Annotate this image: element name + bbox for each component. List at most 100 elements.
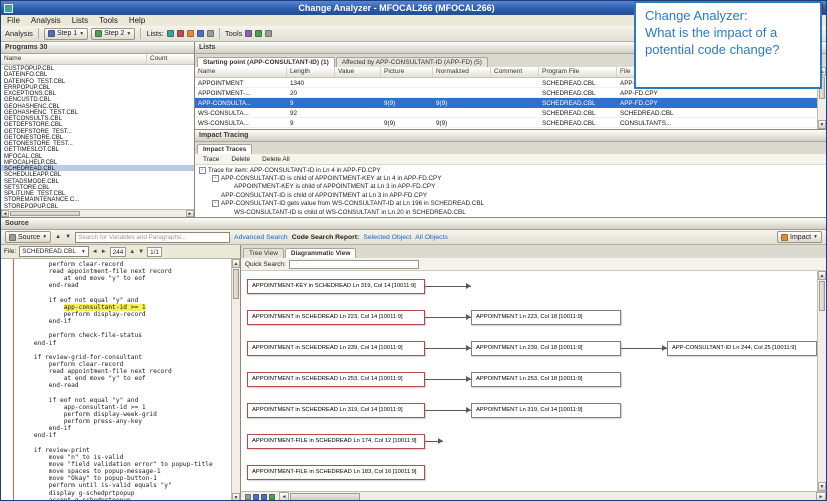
diagram-fit-icon[interactable] bbox=[269, 494, 275, 500]
next-result-icon[interactable]: ► bbox=[101, 249, 107, 255]
menu-item-help[interactable]: Help bbox=[129, 16, 145, 25]
programs-col-name[interactable]: Name bbox=[1, 54, 147, 64]
open-list-icon[interactable] bbox=[186, 30, 194, 37]
code-line[interactable]: end-if bbox=[19, 425, 231, 432]
lists-row[interactable]: WS-CONSULTA... 9 9(9) 9(9) SCHEDREAD.CBL CONS… bbox=[195, 118, 817, 128]
diagram-target-box[interactable]: APPOINTMENT Ln 319, Col 14 [10011:9] bbox=[471, 403, 621, 418]
code-line[interactable]: end-if bbox=[19, 318, 231, 325]
page-up-icon[interactable]: ▲ bbox=[129, 249, 135, 255]
tab-starting-point[interactable]: Starting point (APP-CONSULTANT-ID) (1) bbox=[197, 57, 335, 67]
diagram-target-box[interactable]: APPOINTMENT Ln 223, Col 18 [10011:9] bbox=[471, 310, 621, 325]
tab-tree-view[interactable]: Tree View bbox=[243, 248, 284, 258]
scroll-up-icon[interactable]: ▲ bbox=[232, 259, 240, 268]
code-line[interactable]: read appointment-file next record bbox=[19, 368, 231, 375]
code-line[interactable]: perform press-any-key bbox=[19, 418, 231, 425]
selected-object-link[interactable]: Selected Object bbox=[363, 234, 411, 241]
diagram-print-icon[interactable] bbox=[245, 494, 251, 500]
scroll-down-icon[interactable]: ▼ bbox=[818, 482, 826, 491]
source-view-dropdown[interactable]: Source ▼ bbox=[5, 231, 52, 243]
lists-column-header[interactable]: Value bbox=[335, 67, 381, 77]
code-line[interactable]: move spaces to popup-message-1 bbox=[19, 468, 231, 475]
lists-row[interactable]: APPOINTMENT-... 20 SCHEDREAD.CBL APP-FD.CPY bbox=[195, 88, 817, 98]
editor-vertical-scrollbar[interactable]: ▲ ▼ bbox=[231, 259, 240, 500]
menu-item-file[interactable]: File bbox=[7, 16, 20, 25]
scroll-up-icon[interactable]: ▲ bbox=[818, 271, 826, 280]
nav-down-icon[interactable]: ▼ bbox=[65, 234, 71, 240]
tree-row[interactable]: - APP-CONSULTANT-ID gets value from WS-CO… bbox=[195, 200, 826, 208]
lists-column-header[interactable]: Name bbox=[195, 67, 287, 77]
advanced-search-link[interactable]: Advanced Search bbox=[234, 234, 288, 241]
scrollbar-thumb[interactable] bbox=[233, 269, 239, 299]
code-line[interactable]: end-if bbox=[19, 340, 231, 347]
diagram-target-box[interactable]: APP-CONSULTANT-ID Ln 244, Col 25 [10011:… bbox=[667, 341, 817, 356]
code-line[interactable]: perform until is-valid equals "y" bbox=[19, 482, 231, 489]
lists-column-header[interactable]: Picture bbox=[381, 67, 433, 77]
programs-col-count[interactable]: Count bbox=[147, 54, 194, 64]
code-line[interactable]: at end move "y" to eof bbox=[19, 275, 231, 282]
code-line[interactable]: if review-print bbox=[19, 447, 231, 454]
code-line[interactable] bbox=[19, 347, 231, 354]
scrollbar-thumb[interactable] bbox=[819, 281, 825, 311]
diagram-source-box[interactable]: APPOINTMENT-KEY in SCHEDREAD Ln 319, Col… bbox=[247, 279, 425, 294]
lists-column-header[interactable]: Comment bbox=[491, 67, 539, 77]
list-grid-icon[interactable] bbox=[206, 30, 214, 37]
code-line[interactable] bbox=[19, 440, 231, 447]
code-line[interactable] bbox=[19, 290, 231, 297]
diagram-zoom-out-icon[interactable] bbox=[253, 494, 259, 500]
diagram-zoom-in-icon[interactable] bbox=[261, 494, 267, 500]
impact-button[interactable]: Impact ▼ bbox=[777, 231, 822, 243]
menu-item-lists[interactable]: Lists bbox=[72, 16, 88, 25]
lists-column-header[interactable]: Program File bbox=[539, 67, 617, 77]
code-line[interactable]: end-read bbox=[19, 282, 231, 289]
code-line[interactable]: if eof not equal "y" and bbox=[19, 297, 231, 304]
scrollbar-thumb[interactable] bbox=[10, 211, 80, 216]
all-objects-link[interactable]: All Objects bbox=[415, 234, 447, 241]
code-line[interactable]: app-consultant-id >= 1 bbox=[19, 303, 231, 311]
scroll-down-icon[interactable]: ▼ bbox=[818, 120, 826, 129]
programs-horizontal-scrollbar[interactable]: ◄ ► bbox=[1, 209, 194, 217]
code-line[interactable]: app-consultant-id >= 1 bbox=[19, 404, 231, 411]
code-line[interactable]: perform clear-record bbox=[19, 261, 231, 268]
lists-row[interactable]: APP-CONSULTA... 9 9(9) 9(9) SCHEDREAD.CBL APP… bbox=[195, 98, 817, 108]
tools-settings-icon[interactable] bbox=[245, 30, 253, 37]
delete-button[interactable]: Delete bbox=[231, 156, 250, 163]
tree-row[interactable]: WS-CONSULTANT-ID is child of WS-CONSULTA… bbox=[195, 208, 826, 216]
lists-row[interactable]: WS-CONSULTA... 92 SCHEDREAD.CBL SCHEDREAD.C… bbox=[195, 108, 817, 118]
diagram-source-box[interactable]: APPOINTMENT in SCHEDREAD Ln 319, Col 14 … bbox=[247, 403, 425, 418]
diagram-target-box[interactable]: APPOINTMENT Ln 239, Col 18 [10011:9] bbox=[471, 341, 621, 356]
tree-row[interactable]: APP-CONSULTANT-ID is child of APPOINTMEN… bbox=[195, 191, 826, 199]
tree-row[interactable]: - Trace for item: APP-CONSULTANT-ID in Ln… bbox=[195, 166, 826, 174]
tab-impact-traces[interactable]: Impact Traces bbox=[197, 144, 253, 154]
step2-button[interactable]: Step 2 ▼ bbox=[91, 27, 136, 40]
nav-up-icon[interactable]: ▲ bbox=[55, 234, 61, 240]
delete-list-icon[interactable] bbox=[176, 30, 184, 37]
diagram-target-box[interactable]: APPOINTMENT Ln 253, Col 18 [10011:9] bbox=[471, 372, 621, 387]
code-editor[interactable]: perform clear-record read appointment-fi… bbox=[1, 259, 231, 500]
delete-all-button[interactable]: Delete All bbox=[262, 156, 289, 163]
code-line[interactable]: end-if bbox=[19, 432, 231, 439]
diagram-source-box[interactable]: APPOINTMENT in SCHEDREAD Ln 253, Col 14 … bbox=[247, 372, 425, 387]
code-line[interactable]: move "n" to is-valid bbox=[19, 454, 231, 461]
scroll-left-icon[interactable]: ◄ bbox=[1, 210, 9, 217]
code-line[interactable] bbox=[19, 325, 231, 332]
code-line[interactable]: if review-grid-for-consultant bbox=[19, 354, 231, 361]
diagram-source-box[interactable]: APPOINTMENT-FILE in SCHEDREAD Ln 174, Co… bbox=[247, 434, 425, 449]
code-line[interactable]: perform display-record bbox=[19, 311, 231, 318]
tab-diagrammatic-view[interactable]: Diagrammatic View bbox=[284, 248, 357, 258]
menu-item-analysis[interactable]: Analysis bbox=[31, 16, 61, 25]
code-line[interactable]: accept g-schedprtpopup bbox=[19, 497, 231, 500]
file-select[interactable]: SCHEDREAD.CBL ▼ bbox=[19, 246, 89, 257]
tools-report-icon[interactable] bbox=[255, 30, 263, 37]
collapse-icon[interactable]: - bbox=[199, 166, 206, 174]
code-line[interactable]: move "field validation error" to popup-t… bbox=[19, 461, 231, 468]
scroll-down-icon[interactable]: ▼ bbox=[232, 493, 240, 500]
quick-search-input[interactable] bbox=[288, 259, 419, 269]
scroll-left-icon[interactable]: ◄ bbox=[279, 492, 289, 500]
code-line[interactable]: if eof not equal "y" and bbox=[19, 397, 231, 404]
diagram-source-box[interactable]: APPOINTMENT-FILE in SCHEDREAD Ln 183, Co… bbox=[247, 465, 425, 480]
prev-result-icon[interactable]: ◄ bbox=[92, 249, 98, 255]
page-down-icon[interactable]: ▼ bbox=[138, 249, 144, 255]
tree-row[interactable]: - APP-CONSULTANT-ID is child of APPOINTME… bbox=[195, 174, 826, 183]
scrollbar-thumb[interactable] bbox=[290, 493, 360, 500]
diagram-source-box[interactable]: APPOINTMENT in SCHEDREAD Ln 239, Col 14 … bbox=[247, 341, 425, 356]
